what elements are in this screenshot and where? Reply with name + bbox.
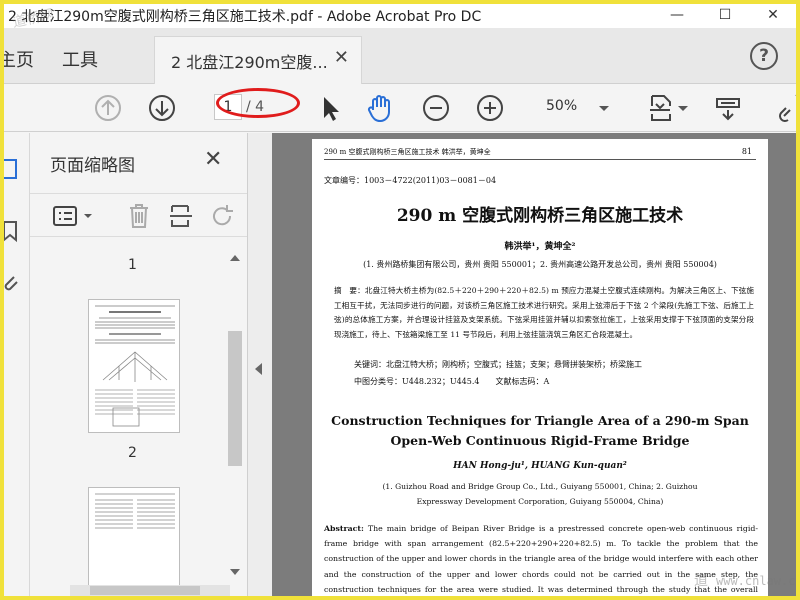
english-affiliation: (1. Guizhou Road and Bridge Group Co., L… xyxy=(382,482,698,506)
thumbnail-page-1[interactable] xyxy=(88,299,180,433)
options-list-icon[interactable] xyxy=(52,204,78,228)
abstract-label: Abstract: xyxy=(324,524,364,533)
header-rule xyxy=(324,159,756,160)
chinese-affiliation: (1. 贵州路桥集团有限公司，贵州 贵阳 550001；2. 贵州高速公路开发总… xyxy=(363,260,717,269)
thumbnail-page-1-preview xyxy=(95,305,175,427)
thumbnail-page-2[interactable] xyxy=(88,487,180,596)
main-toolbar: 1 / 4 50% xyxy=(4,84,796,132)
english-abstract-text: The main bridge of Beipan River Bridge i… xyxy=(324,524,758,594)
rotate-page-icon[interactable] xyxy=(208,202,236,230)
thumbnail-page-2-preview xyxy=(95,493,175,529)
minimize-button[interactable]: — xyxy=(654,4,700,28)
english-abstract: Abstract: The main bridge of Beipan Rive… xyxy=(324,521,758,596)
fit-page-icon[interactable] xyxy=(644,92,676,124)
tab-bar: 主页 工具 2 北盘江290m空腹... ✕ ? xyxy=(4,28,796,84)
thumbnail-horizontal-scrollbar[interactable] xyxy=(70,585,230,596)
running-header: 290 m 空腹式刚构桥三角区施工技术 韩洪举，黄坤全 xyxy=(324,148,491,156)
watermark-bottom-right-cn: 道 xyxy=(694,573,708,589)
chinese-abstract: 摘 要：北盘江特大桥主桥为(82.5＋220＋290＋220＋82.5) m 预… xyxy=(334,286,754,339)
watermark-bottom-right-url: www.cnlaw.com xyxy=(716,574,796,588)
scrolling-mode-icon[interactable] xyxy=(712,92,744,124)
chinese-authors: 韩洪举¹，黄坤全² xyxy=(504,242,576,252)
close-window-button[interactable]: ✕ xyxy=(750,4,796,28)
scroll-up-arrow-icon[interactable] xyxy=(230,255,240,261)
options-chevron-down-icon[interactable] xyxy=(82,204,94,228)
pdf-page: 290 m 空腹式刚构桥三角区施工技术 韩洪举，黄坤全 81 文章编号：1003… xyxy=(312,139,768,596)
zoom-in-icon[interactable] xyxy=(474,92,506,124)
english-title: Construction Techniques for Triangle Are… xyxy=(331,413,749,448)
tab-document[interactable]: 2 北盘江290m空腹... ✕ xyxy=(154,36,362,84)
vertical-scroll-thumb[interactable] xyxy=(228,331,242,466)
document-tab-label: 2 北盘江290m空腹... xyxy=(171,53,328,72)
delete-page-trash-icon[interactable] xyxy=(126,202,152,230)
extract-pages-icon[interactable] xyxy=(168,202,194,230)
panel-splitter[interactable] xyxy=(248,133,272,596)
page-number: 81 xyxy=(741,147,752,156)
previous-page-icon[interactable] xyxy=(92,92,124,124)
attachment-icon[interactable] xyxy=(4,271,22,295)
collapse-panel-arrow-icon[interactable] xyxy=(255,363,262,375)
maximize-button[interactable]: ☐ xyxy=(702,4,748,28)
hand-tool-icon[interactable] xyxy=(364,92,396,124)
thumbnail-page-label: 1 xyxy=(128,257,137,273)
zoom-out-icon[interactable] xyxy=(420,92,452,124)
thumbnail-page-label: 2 xyxy=(128,445,137,461)
window-title: 2 北盘江290m空腹式刚构桥三角区施工技术.pdf - Adobe Acrob… xyxy=(8,9,482,25)
thumbnail-vertical-scrollbar[interactable] xyxy=(226,251,244,596)
tab-tools[interactable]: 工具 xyxy=(62,46,98,72)
bookmark-icon[interactable] xyxy=(4,219,22,243)
chinese-title: 290 m 空腹式刚构桥三角区施工技术 xyxy=(396,206,684,226)
scroll-down-arrow-icon[interactable] xyxy=(230,569,240,575)
fit-dropdown-chevron-down-icon[interactable] xyxy=(676,92,690,124)
classification: 中图分类号：U448.232；U445.4 文献标志码：A xyxy=(354,377,550,386)
help-button[interactable]: ? xyxy=(750,42,778,70)
page-thumbnails-panel: 页面缩略图 ✕ 1 2 xyxy=(30,133,248,596)
panel-title: 页面缩略图 xyxy=(50,156,135,176)
link-icon[interactable] xyxy=(776,92,796,124)
close-panel-icon[interactable]: ✕ xyxy=(204,147,222,172)
document-viewport[interactable]: 290 m 空腹式刚构桥三角区施工技术 韩洪举，黄坤全 81 文章编号：1003… xyxy=(272,133,796,596)
red-annotation-ellipse xyxy=(216,88,300,118)
next-page-icon[interactable] xyxy=(146,92,178,124)
thumbnail-toolbar xyxy=(30,193,247,237)
close-tab-icon[interactable]: ✕ xyxy=(334,47,349,68)
keywords: 关键词：北盘江特大桥；刚构桥；空腹式；挂篮；支架；悬臂拼装架桥；桥梁施工 xyxy=(354,360,642,369)
navigation-strip xyxy=(4,133,30,596)
tab-home[interactable]: 主页 xyxy=(4,46,34,72)
zoom-dropdown-chevron-down-icon[interactable] xyxy=(596,92,612,124)
page-thumbnails-icon[interactable] xyxy=(4,157,22,181)
acrobat-window: 2 北盘江290m空腹式刚构桥三角区施工技术.pdf - Adobe Acrob… xyxy=(4,4,796,596)
zoom-level[interactable]: 50% xyxy=(546,98,577,114)
article-number: 文章编号：1003－4722(2011)03－0081－04 xyxy=(324,176,497,185)
select-cursor-icon[interactable] xyxy=(314,92,346,124)
title-bar: 2 北盘江290m空腹式刚构桥三角区施工技术.pdf - Adobe Acrob… xyxy=(4,4,796,28)
english-authors: HAN Hong-ju¹, HUANG Kun-quan² xyxy=(453,461,627,471)
horizontal-scroll-thumb[interactable] xyxy=(90,586,200,595)
